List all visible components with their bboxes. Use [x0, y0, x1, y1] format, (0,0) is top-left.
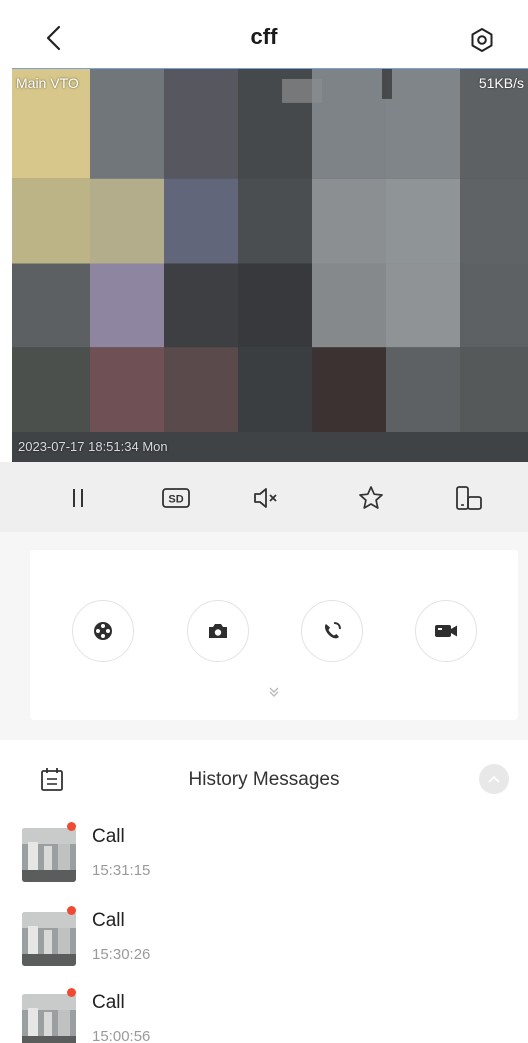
list-item[interactable]: Call 15:31:15: [0, 818, 528, 902]
message-type: Call: [92, 826, 125, 847]
speaker-muted-icon: [254, 488, 277, 508]
unread-indicator: [67, 906, 76, 915]
record-button[interactable]: [415, 600, 477, 662]
star-icon: [359, 486, 383, 509]
stream-quality-button[interactable]: SD: [154, 476, 198, 520]
playback-control-bar: SD: [0, 462, 528, 532]
message-time: 15:30:26: [92, 946, 151, 963]
history-title: History Messages: [188, 769, 340, 790]
message-time: 15:31:15: [92, 862, 151, 879]
pause-button[interactable]: [56, 476, 100, 520]
camera-icon: [209, 624, 227, 638]
message-type: Call: [92, 910, 125, 931]
list-item[interactable]: Call 15:30:26: [0, 902, 528, 986]
message-thumbnail: [22, 828, 76, 882]
video-record-icon: [435, 625, 457, 637]
expand-actions-button[interactable]: [260, 680, 288, 704]
message-thumbnail: [22, 994, 76, 1043]
favorite-button[interactable]: [349, 476, 393, 520]
top-nav-bar: cff: [0, 0, 528, 68]
fullscreen-button[interactable]: [447, 476, 491, 520]
history-messages-header: History Messages: [0, 740, 528, 818]
ptz-button[interactable]: [72, 600, 134, 662]
video-timestamp: 2023-07-17 18:51:34 Mon: [18, 439, 168, 454]
pause-icon: [73, 489, 83, 507]
collapse-history-button[interactable]: [479, 764, 509, 794]
double-chevron-down-icon: [269, 687, 279, 697]
rotate-landscape-icon: [456, 486, 482, 510]
channel-name-label: Main VTO: [16, 75, 79, 91]
snapshot-button[interactable]: [187, 600, 249, 662]
sd-quality-icon: SD: [162, 488, 190, 508]
chevron-up-icon: [488, 775, 500, 783]
quick-actions-card: [30, 550, 518, 720]
pixelated-video-frame: [12, 69, 528, 462]
list-item[interactable]: Call 15:00:56: [0, 984, 528, 1043]
phone-call-icon: [325, 622, 341, 639]
message-type: Call: [92, 992, 125, 1013]
call-button[interactable]: [301, 600, 363, 662]
message-thumbnail: [22, 912, 76, 966]
unread-indicator: [67, 988, 76, 997]
settings-button[interactable]: [462, 20, 502, 60]
live-video-view[interactable]: Main VTO 51KB/s 2023-07-17 18:51:34 Mon: [12, 68, 528, 462]
message-time: 15:00:56: [92, 1028, 151, 1043]
svg-text:SD: SD: [168, 494, 183, 506]
page-title: cff: [250, 24, 278, 49]
joystick-icon: [94, 622, 112, 640]
unread-indicator: [67, 822, 76, 831]
bitrate-label: 51KB/s: [478, 75, 524, 91]
settings-gear-icon: [471, 28, 493, 52]
mute-button[interactable]: [244, 476, 288, 520]
